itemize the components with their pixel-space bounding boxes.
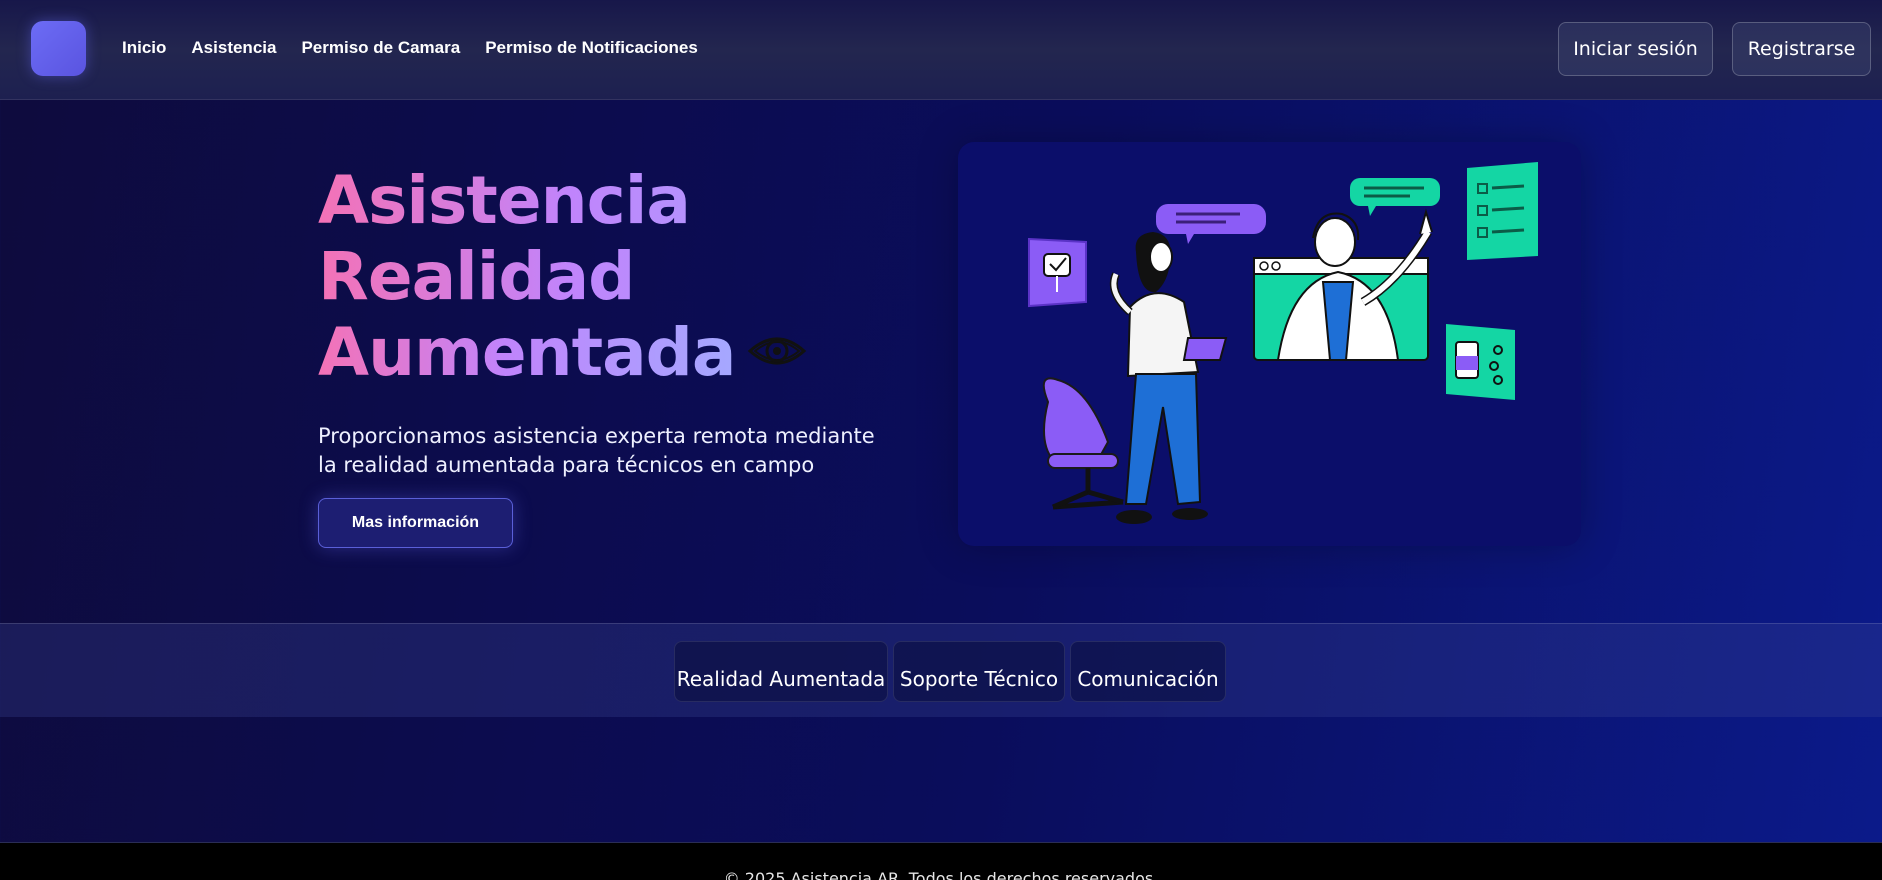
hero-title-line-2: Realidad xyxy=(318,239,878,315)
footer-copyright: © 2025 Asistencia AR. Todos los derechos… xyxy=(723,869,1159,880)
feature-tab-soporte-tecnico[interactable]: Soporte Técnico xyxy=(893,641,1065,702)
footer: © 2025 Asistencia AR. Todos los derechos… xyxy=(0,842,1882,880)
video-call-window xyxy=(1253,208,1433,361)
nav-links: Inicio Asistencia Permiso de Camara Perm… xyxy=(122,38,698,58)
checklist-icon xyxy=(1467,162,1538,260)
woman-figure xyxy=(1109,232,1228,524)
telemedicine-illustration xyxy=(1028,162,1538,524)
iv-bag-icon xyxy=(1028,237,1087,308)
login-button[interactable]: Iniciar sesión xyxy=(1558,22,1713,76)
eye-icon xyxy=(748,337,807,365)
hero-title-line-3: Aumentada xyxy=(318,314,736,391)
logo-icon[interactable] xyxy=(31,21,86,76)
pill-bottle-icon xyxy=(1446,324,1515,400)
chair-icon xyxy=(1042,377,1124,510)
register-button[interactable]: Registrarse xyxy=(1732,22,1871,76)
hero-title-line-1: Asistencia xyxy=(318,163,878,239)
hero-title: Asistencia Realidad Aumentada xyxy=(318,163,878,391)
hero-description: Proporcionamos asistencia experta remota… xyxy=(318,424,875,477)
nav-link-asistencia[interactable]: Asistencia xyxy=(191,38,276,58)
hero-title-line-3-wrapper: Aumentada xyxy=(318,315,878,391)
feature-tab-realidad-aumentada[interactable]: Realidad Aumentada xyxy=(674,641,888,702)
chat-bubble-icon xyxy=(1156,204,1266,244)
nav-link-permiso-notificaciones[interactable]: Permiso de Notificaciones xyxy=(485,38,698,58)
more-info-button[interactable]: Mas información xyxy=(318,498,513,548)
features-band: Realidad Aumentada Soporte Técnico Comun… xyxy=(0,623,1882,717)
navbar: Inicio Asistencia Permiso de Camara Perm… xyxy=(0,0,1882,100)
nav-link-inicio[interactable]: Inicio xyxy=(122,38,166,58)
feature-tab-comunicacion[interactable]: Comunicación xyxy=(1070,641,1226,702)
hero-illustration xyxy=(958,142,1581,546)
nav-link-permiso-camara[interactable]: Permiso de Camara xyxy=(301,38,460,58)
